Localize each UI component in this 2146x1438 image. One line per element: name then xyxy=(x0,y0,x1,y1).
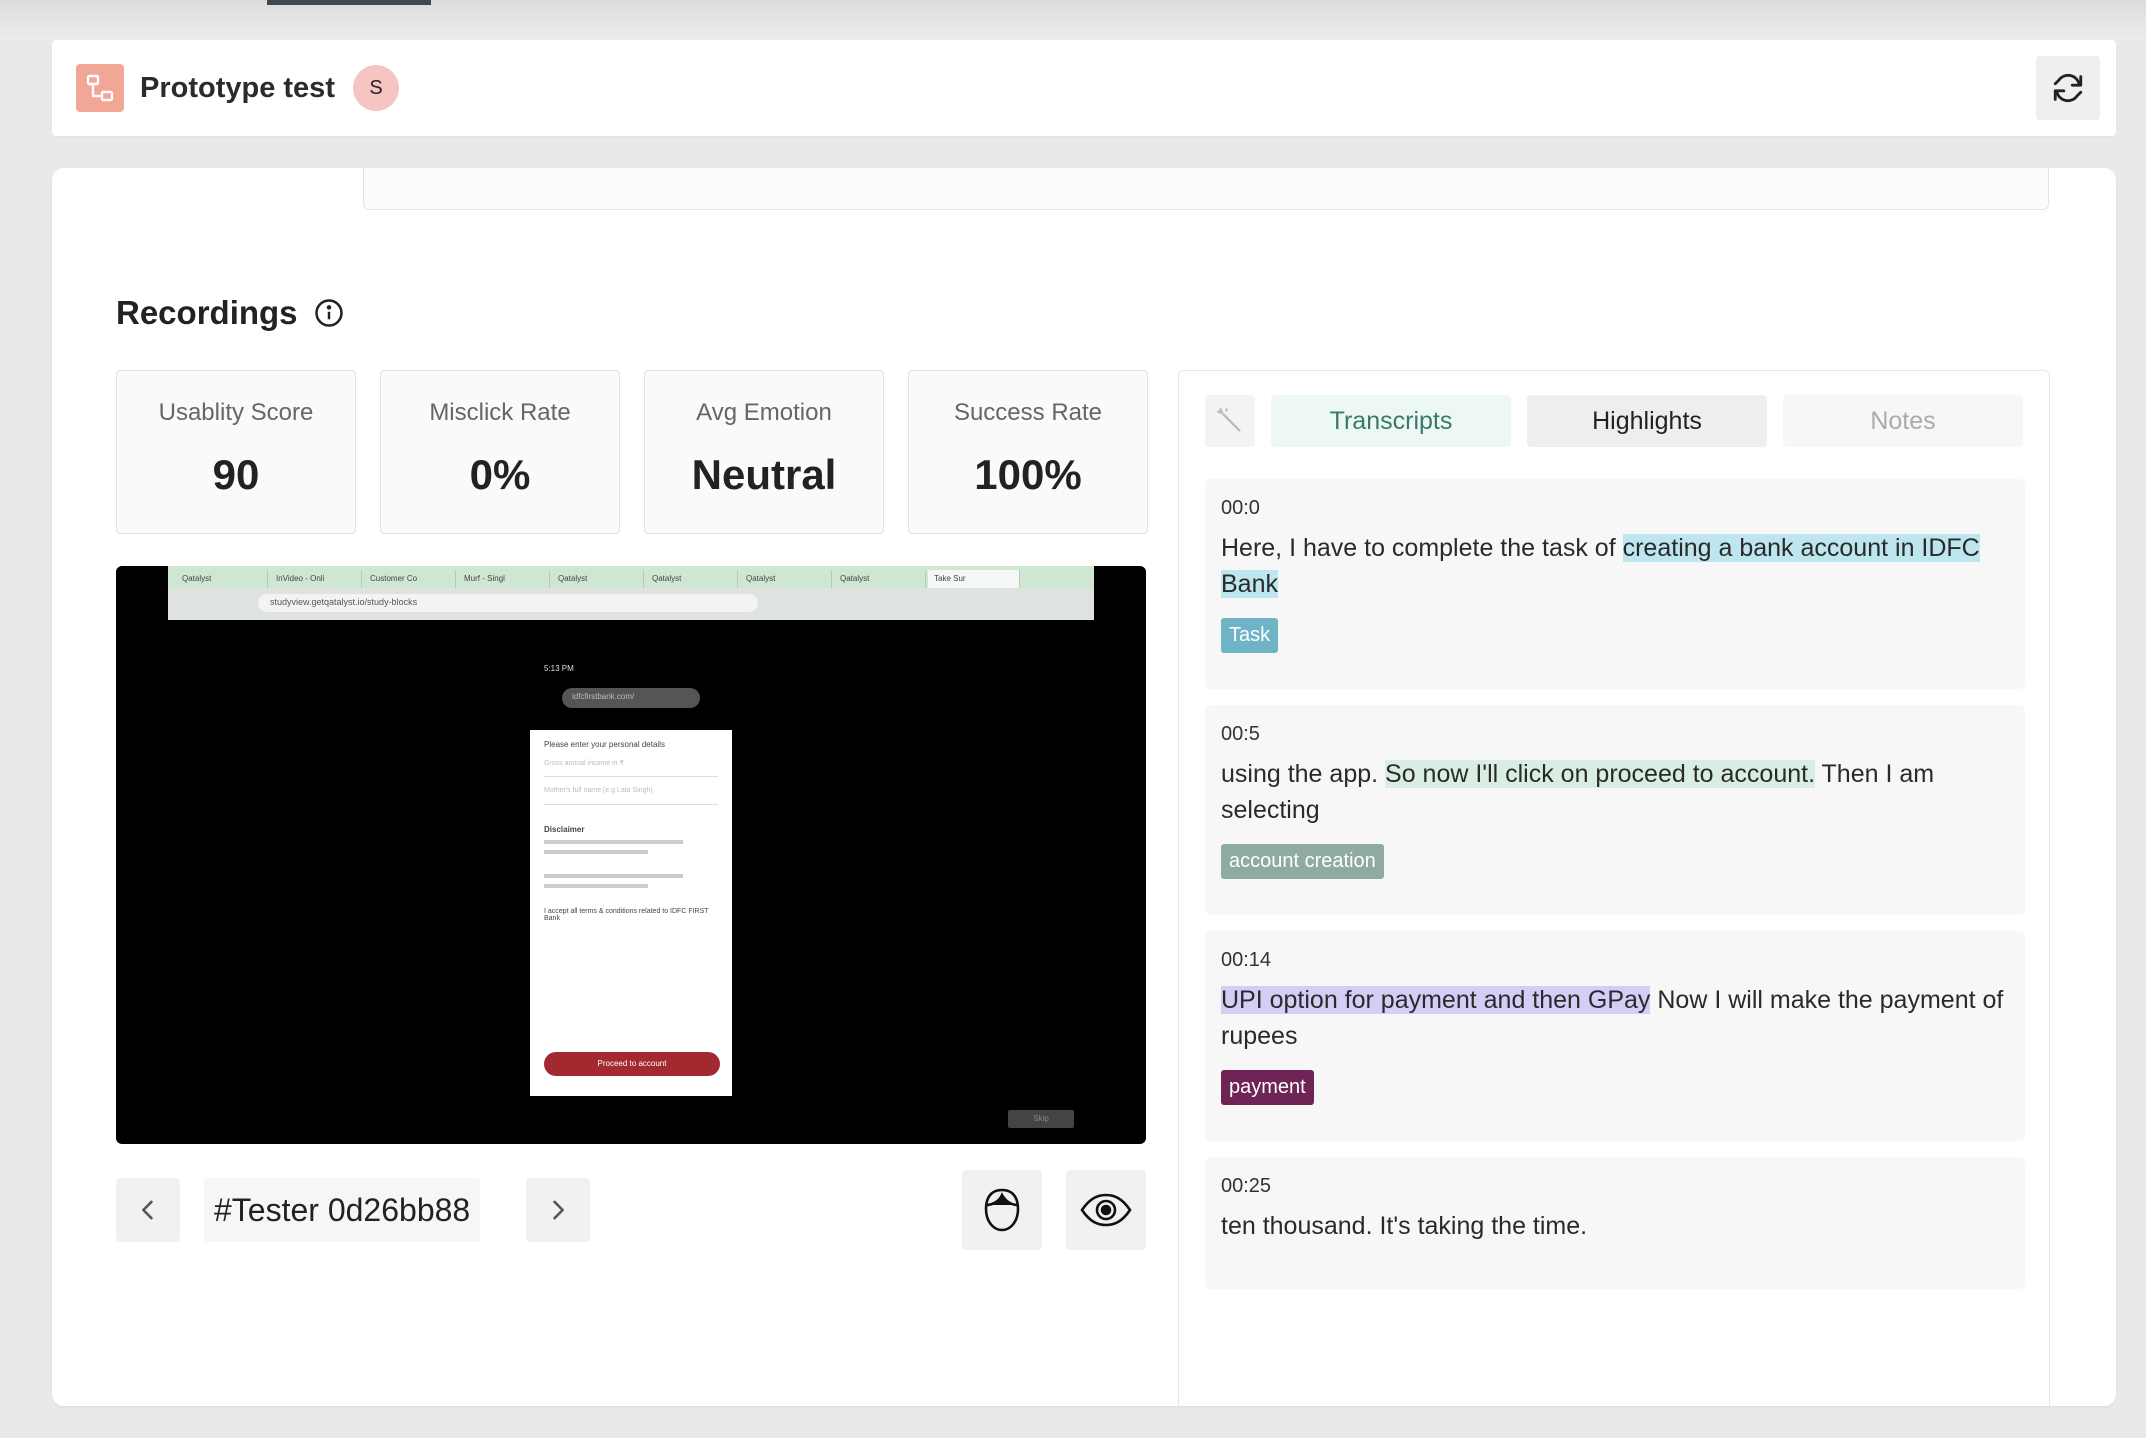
recorded-tab: Qatalyst xyxy=(834,570,926,588)
recorded-tab: Qatalyst xyxy=(552,570,644,588)
metric-value: 100% xyxy=(974,451,1082,498)
metric-label: Avg Emotion xyxy=(696,399,832,426)
entry-highlight: So now I'll click on proceed to account. xyxy=(1385,760,1816,788)
refresh-icon xyxy=(2053,73,2083,103)
magic-wand-button[interactable] xyxy=(1205,395,1255,447)
metric-usability-score: Usablity Score 90 xyxy=(116,370,356,534)
transcript-entry[interactable]: 00:14 UPI option for payment and then GP… xyxy=(1205,931,2025,1141)
entry-text: using the app. So now I'll click on proc… xyxy=(1221,756,2009,828)
metric-value: 90 xyxy=(212,451,260,498)
recorded-tab: Qatalyst xyxy=(176,570,268,588)
tag-payment[interactable]: payment xyxy=(1221,1070,1314,1105)
entry-timestamp: 00:14 xyxy=(1221,949,1272,971)
tag-account-creation[interactable]: account creation xyxy=(1221,844,1384,879)
transcript-entry[interactable]: 00:25 ten thousand. It's taking the time… xyxy=(1205,1157,2025,1289)
disclaimer-heading: Disclaimer xyxy=(544,825,585,834)
tab-highlights[interactable]: Highlights xyxy=(1527,395,1767,447)
recording-video[interactable]: Qatalyst InVideo - Onli Customer Co Murf… xyxy=(116,566,1146,1144)
face-icon xyxy=(984,1188,1020,1232)
recorded-browser-window: Qatalyst InVideo - Onli Customer Co Murf… xyxy=(168,566,1094,620)
form-field: Mother's full name (e.g Lata Singh) xyxy=(544,777,718,805)
chevron-left-icon xyxy=(142,1200,153,1220)
entry-highlight: UPI option for payment and then GPay xyxy=(1221,986,1651,1014)
metric-label: Usablity Score xyxy=(158,399,314,426)
form-heading: Please enter your personal details xyxy=(544,740,665,749)
transcript-entry[interactable]: 00:0 Here, I have to complete the task o… xyxy=(1205,479,2025,689)
recorded-proceed-button: Proceed to account xyxy=(544,1052,720,1076)
metric-value: 0% xyxy=(469,451,531,498)
project-title: Prototype test xyxy=(140,71,335,104)
eye-view-button[interactable] xyxy=(1066,1170,1146,1250)
metric-label: Success Rate xyxy=(953,399,1103,426)
recorded-tab: Customer Co xyxy=(364,570,456,588)
metric-avg-emotion: Avg Emotion Neutral xyxy=(644,370,884,534)
next-tester-button[interactable] xyxy=(526,1178,590,1242)
recordings-header: Recordings xyxy=(116,294,344,332)
entry-text: UPI option for payment and then GPay Now… xyxy=(1221,982,2009,1054)
previous-tester-button[interactable] xyxy=(116,1178,180,1242)
tab-notes[interactable]: Notes xyxy=(1783,395,2023,447)
entry-text: Here, I have to complete the task of cre… xyxy=(1221,530,2009,602)
disclaimer-line xyxy=(544,850,649,854)
transcript-panel: Transcripts Highlights Notes 00:0 Here, … xyxy=(1178,370,2050,1406)
tag-task[interactable]: Task xyxy=(1221,618,1279,653)
magic-wand-icon xyxy=(1217,408,1241,432)
metric-label: Misclick Rate xyxy=(429,399,571,426)
eye-icon xyxy=(1080,1193,1132,1227)
metric-misclick-rate: Misclick Rate 0% xyxy=(380,370,620,534)
avatar[interactable]: S xyxy=(352,65,399,111)
disclaimer-line xyxy=(544,884,649,888)
active-tab-indicator xyxy=(267,0,431,5)
disclaimer-line xyxy=(544,840,684,844)
phone-url-bar: idfcfirstbank.com/ xyxy=(562,688,700,708)
recordings-card: Recordings Usablity Score 90 Misclick Ra… xyxy=(52,168,2116,1406)
section-title: Recordings xyxy=(116,294,298,331)
recorded-tab: Qatalyst xyxy=(646,570,738,588)
project-header: Prototype test S xyxy=(52,40,2116,136)
tester-id: #Tester 0d26bb88 xyxy=(204,1178,481,1242)
top-container xyxy=(363,168,2049,210)
recorded-phone-screen: 5:13 PM idfcfirstbank.com/ Please enter … xyxy=(530,660,732,1096)
recorded-skip-button: Skip xyxy=(1008,1110,1074,1128)
entry-timestamp: 00:25 xyxy=(1221,1175,1272,1197)
panel-tabs: Transcripts Highlights Notes xyxy=(1205,395,2023,447)
entry-text: ten thousand. It's taking the time. xyxy=(1221,1212,1588,1240)
recorded-browser-tabs: Qatalyst InVideo - Onli Customer Co Murf… xyxy=(168,566,1094,588)
phone-form: Please enter your personal details Gross… xyxy=(530,730,732,1096)
transcript-entry[interactable]: 00:5 using the app. So now I'll click on… xyxy=(1205,705,2025,915)
info-icon[interactable] xyxy=(314,298,344,328)
recorded-tab: Take Sur xyxy=(928,570,1020,588)
entry-timestamp: 00:5 xyxy=(1221,723,1260,745)
recorded-url-bar: studyview.getqatalyst.io/study-blocks xyxy=(258,594,758,612)
terms-checkbox-text: I accept all terms & conditions related … xyxy=(544,908,709,922)
entry-text-before: using the app. xyxy=(1221,760,1386,788)
phone-status-bar: 5:13 PM xyxy=(544,664,574,673)
metric-value: Neutral xyxy=(691,451,837,498)
face-view-button[interactable] xyxy=(962,1170,1042,1250)
refresh-button[interactable] xyxy=(2036,56,2100,120)
chevron-right-icon xyxy=(553,1200,564,1220)
recorded-tab: Murf - Singl xyxy=(458,570,550,588)
recorded-tab: Qatalyst xyxy=(740,570,832,588)
disclaimer-line xyxy=(544,874,684,878)
metric-success-rate: Success Rate 100% xyxy=(908,370,1148,534)
tab-transcripts[interactable]: Transcripts xyxy=(1271,395,1511,447)
prototype-icon xyxy=(76,64,124,112)
recorded-tab: InVideo - Onli xyxy=(270,570,362,588)
top-tab-strip xyxy=(0,0,2146,40)
entry-text-before: Here, I have to complete the task of xyxy=(1221,534,1623,562)
entry-timestamp: 00:0 xyxy=(1221,497,1260,519)
form-field: Gross annual income in ₹ xyxy=(544,749,718,777)
